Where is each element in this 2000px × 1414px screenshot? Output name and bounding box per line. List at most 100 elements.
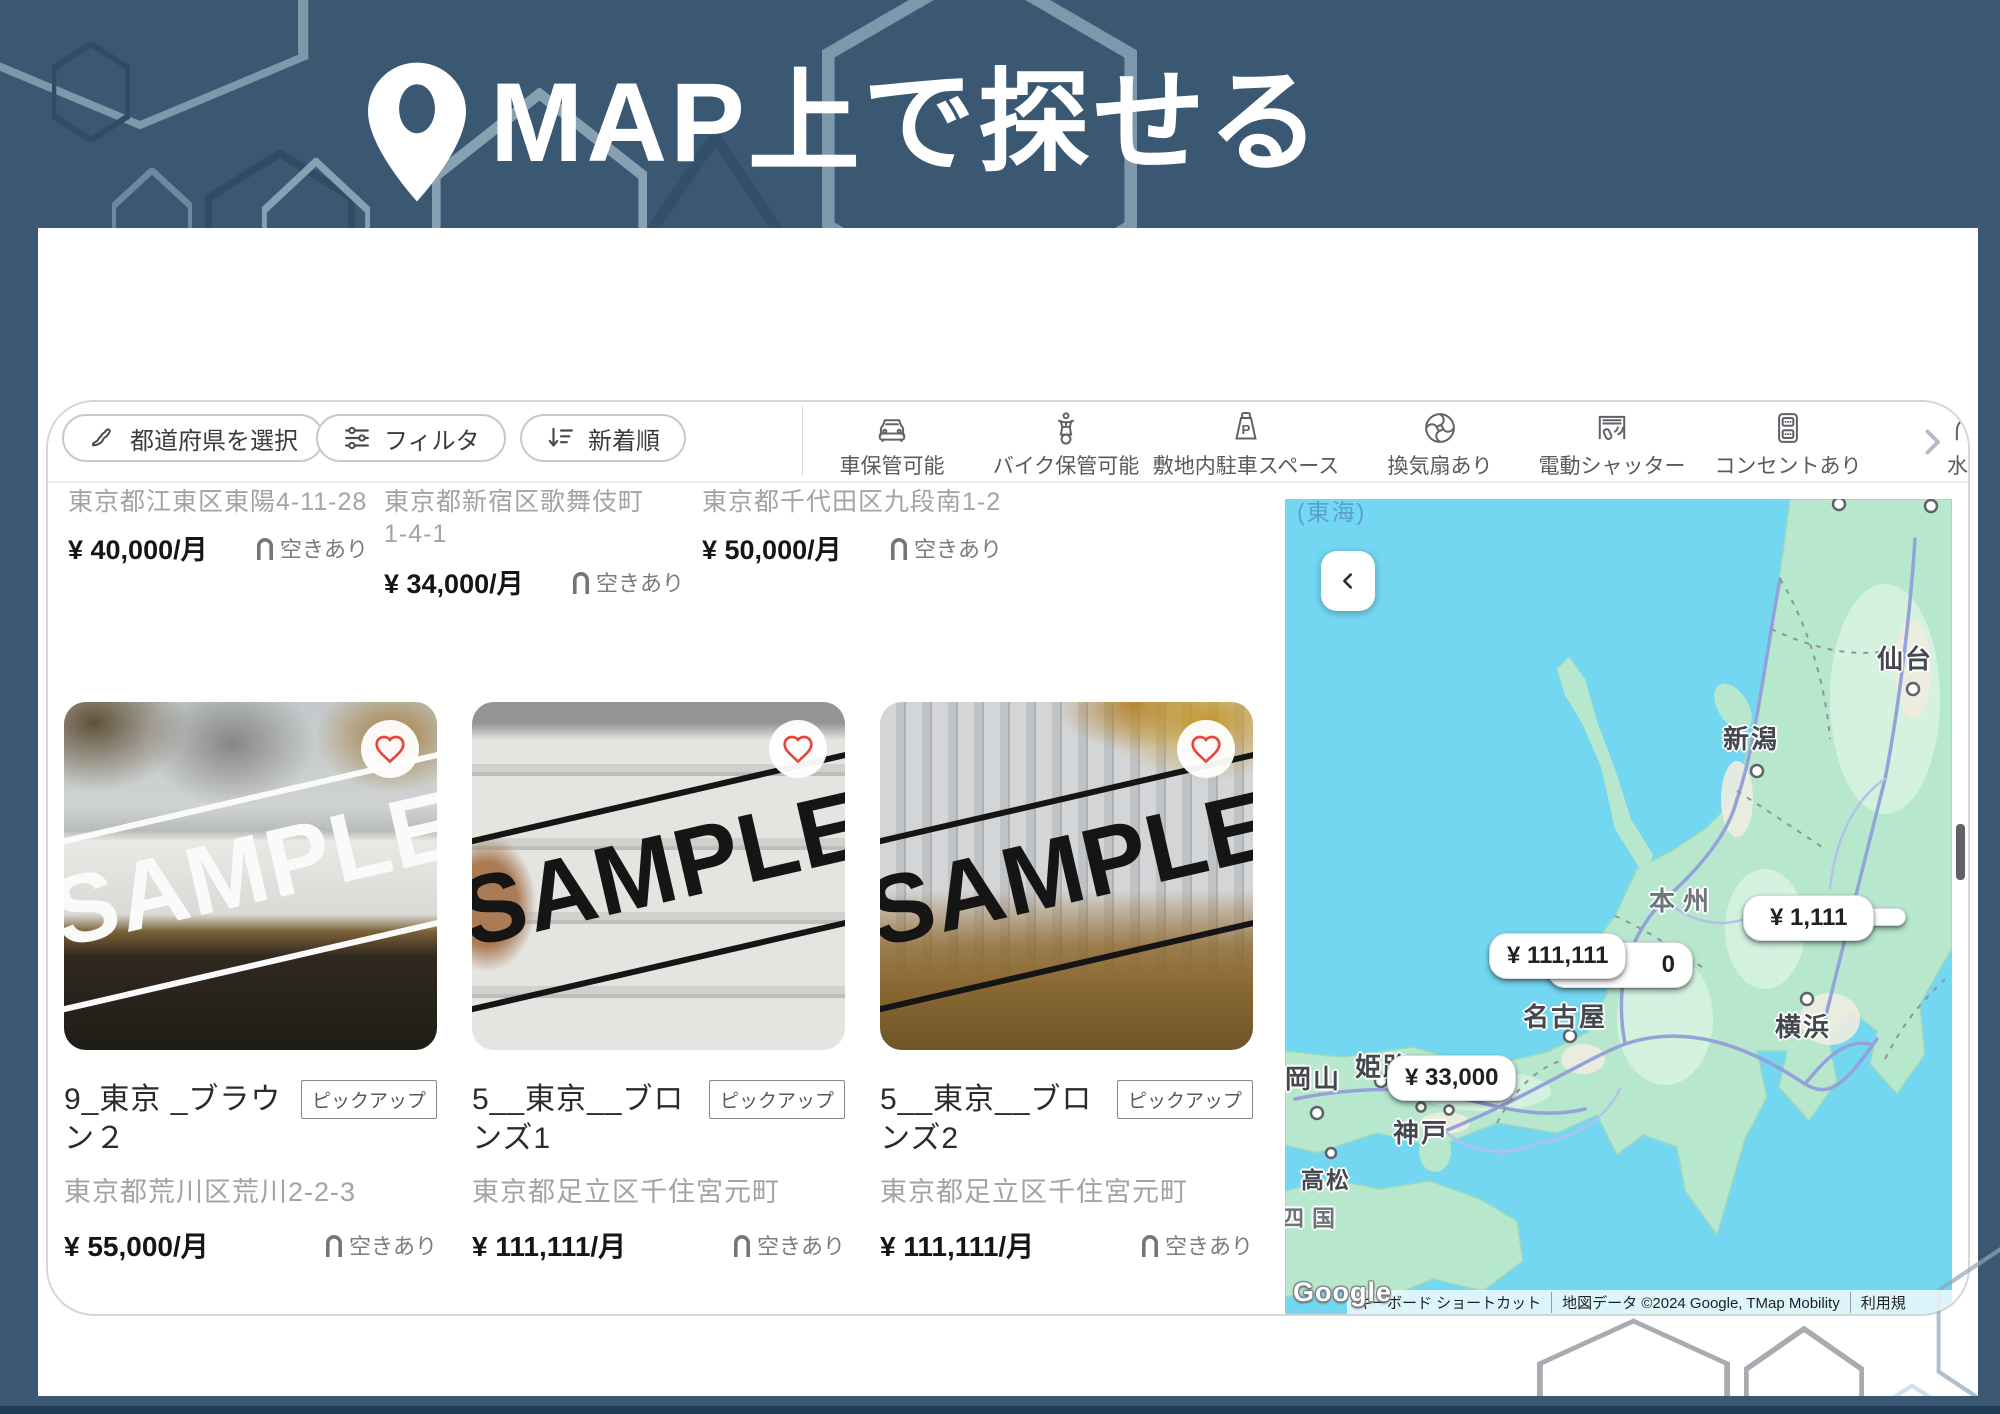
listing-address: 東京都新宿区歌舞伎町1-4-1 [384, 486, 646, 550]
feature-filter-shutter[interactable]: 電動シャッター [1517, 408, 1707, 480]
page: MAP上で探せる 都道府県を選択 [0, 0, 2000, 1414]
gate-icon [1140, 1233, 1160, 1257]
region-label: 本州 [1649, 881, 1717, 918]
water-tap-icon [1948, 408, 1970, 448]
heart-icon [374, 733, 406, 765]
map-price-marker-stack[interactable]: ¥ 1,111 [1743, 895, 1874, 941]
property-price: ¥ 111,111/月 [880, 1225, 1034, 1265]
marker-price: ¥ 1,111 [1743, 895, 1874, 941]
feature-filter-parking[interactable]: P 敷地内駐車スペース [1151, 408, 1341, 480]
listing-price: ¥ 34,000/月 [384, 562, 524, 601]
feature-filter-fan[interactable]: 換気扇あり [1345, 408, 1535, 480]
electric-shutter-icon [1592, 408, 1632, 448]
vacancy-status: 空きあり [255, 532, 368, 564]
pickup-badge: ピックアップ [301, 1080, 437, 1119]
vacancy-status: 空きあり [1140, 1229, 1253, 1261]
car-icon [872, 408, 912, 448]
sort-label: 新着順 [588, 421, 660, 456]
property-address: 東京都足立区千住宮元町 [472, 1170, 845, 1209]
property-price: ¥ 111,111/月 [472, 1225, 626, 1265]
gate-icon [889, 536, 909, 560]
collapse-panel-button[interactable] [1321, 551, 1375, 611]
bottom-frame-bar [0, 1396, 2000, 1414]
gate-icon [732, 1233, 752, 1257]
listing-item[interactable]: 東京都新宿区歌舞伎町1-4-1 ¥ 34,000/月 空きあり [384, 486, 684, 601]
vacancy-status: 空きあり [324, 1229, 437, 1261]
property-card[interactable]: SAMPLE 5__東京__ブロンズ1 ピックアップ 東京都足立区千住宮元町 [472, 702, 845, 1265]
header: MAP上で探せる [0, 0, 2000, 228]
vacancy-status: 空きあり [571, 566, 684, 598]
listing-item[interactable]: 東京都千代田区九段南1-2 ¥ 50,000/月 空きあり [702, 486, 1002, 567]
map-price-marker-stack[interactable]: 0 ¥ 111,111 [1489, 933, 1626, 979]
scrollbar-thumb[interactable] [1956, 824, 1965, 880]
property-card[interactable]: SAMPLE 9_東京 _ブラウン２ ピックアップ 東京都荒川区荒川2-2-3 [64, 702, 437, 1265]
parking-weight-icon: P [1226, 408, 1266, 448]
sort-button[interactable]: 新着順 [520, 414, 686, 462]
property-title: 9_東京 _ブラウン２ [64, 1080, 282, 1158]
property-photo[interactable]: SAMPLE [472, 702, 845, 1050]
feature-label: 電動シャッター [1539, 450, 1686, 480]
marker-price: ¥ 33,000 [1387, 1055, 1516, 1101]
map-attribution: キーボード ショートカット 地図データ ©2024 Google, TMap M… [1347, 1290, 1952, 1314]
marker-price: ¥ 111,111 [1489, 933, 1626, 979]
listings-and-map-container: 都道府県を選択 フィルタ [46, 400, 1970, 1316]
listing-address: 東京都千代田区九段南1-2 [702, 486, 1002, 518]
listing-address: 東京都江東区東陽4-11-28 [68, 486, 368, 518]
feature-filter-car[interactable]: 車保管可能 [797, 408, 987, 480]
vacancy-status: 空きあり [889, 532, 1002, 564]
city-label: 横浜 [1775, 1007, 1831, 1044]
city-label: 名古屋 [1523, 997, 1607, 1034]
map-pin-icon [368, 58, 466, 206]
chevron-right-icon[interactable] [1914, 424, 1950, 460]
gate-icon [255, 536, 275, 560]
listing-price: ¥ 50,000/月 [702, 528, 842, 567]
heart-icon [782, 733, 814, 765]
fan-icon [1420, 408, 1460, 448]
sea-label: (東海) [1297, 499, 1366, 527]
feature-label: 水道 [1947, 450, 1970, 480]
prefecture-select-button[interactable]: 都道府県を選択 [62, 414, 324, 462]
property-address: 東京都荒川区荒川2-2-3 [64, 1170, 437, 1209]
heart-icon [1190, 733, 1222, 765]
pickup-badge: ピックアップ [709, 1080, 845, 1119]
content-panel: 都道府県を選択 フィルタ [38, 228, 1978, 1396]
feature-label: 換気扇あり [1388, 450, 1493, 480]
favorite-button[interactable] [1177, 720, 1235, 778]
vacancy-status: 空きあり [732, 1229, 845, 1261]
page-title: MAP上で探せる [490, 32, 1323, 194]
island-label: 四国 [1285, 1199, 1343, 1233]
terms-link[interactable]: 利用規 [1850, 1292, 1916, 1313]
city-label: 神戸 [1393, 1113, 1449, 1150]
favorite-button[interactable] [361, 720, 419, 778]
city-label: 仙台 [1877, 639, 1933, 676]
feature-label: コンセントあり [1715, 450, 1862, 480]
property-price: ¥ 55,000/月 [64, 1225, 209, 1265]
feature-filter-outlet[interactable]: コンセントあり [1693, 408, 1883, 480]
japan-map-icon [88, 423, 118, 453]
property-photo[interactable]: SAMPLE [64, 702, 437, 1050]
listing-price: ¥ 40,000/月 [68, 528, 208, 567]
filter-label: フィルタ [384, 421, 480, 456]
property-address: 東京都足立区千住宮元町 [880, 1170, 1253, 1209]
listing-item[interactable]: 東京都江東区東陽4-11-28 ¥ 40,000/月 空きあり [68, 486, 368, 567]
filter-button[interactable]: フィルタ [316, 414, 506, 462]
feature-filter-motorcycle[interactable]: バイク保管可能 [971, 408, 1161, 480]
prefecture-select-label: 都道府県を選択 [130, 421, 298, 456]
city-label: 高松 [1301, 1161, 1351, 1195]
map-pane[interactable]: (東海) 新潟 仙台 横浜 名古屋 岡山 姫路 神戸 高松 本州 四国 [1285, 499, 1952, 1314]
map-price-marker[interactable]: ¥ 33,000 [1387, 1055, 1516, 1101]
chevron-left-icon [1337, 570, 1359, 592]
pickup-badge: ピックアップ [1117, 1080, 1253, 1119]
feature-label: 敷地内駐車スペース [1153, 450, 1339, 480]
filter-sliders-icon [342, 423, 372, 453]
property-card[interactable]: SAMPLE 5__東京__ブロンズ2 ピックアップ 東京都足立区千住宮元町 [880, 702, 1253, 1265]
svg-text:P: P [1242, 422, 1251, 437]
google-logo[interactable]: Google [1293, 1277, 1392, 1308]
city-label: 岡山 [1285, 1059, 1341, 1096]
sort-icon [546, 423, 576, 453]
toolbar: 都道府県を選択 フィルタ [48, 402, 1968, 483]
favorite-button[interactable] [769, 720, 827, 778]
feature-label: 車保管可能 [840, 450, 945, 480]
motorcycle-icon [1046, 408, 1086, 448]
property-photo[interactable]: SAMPLE [880, 702, 1253, 1050]
